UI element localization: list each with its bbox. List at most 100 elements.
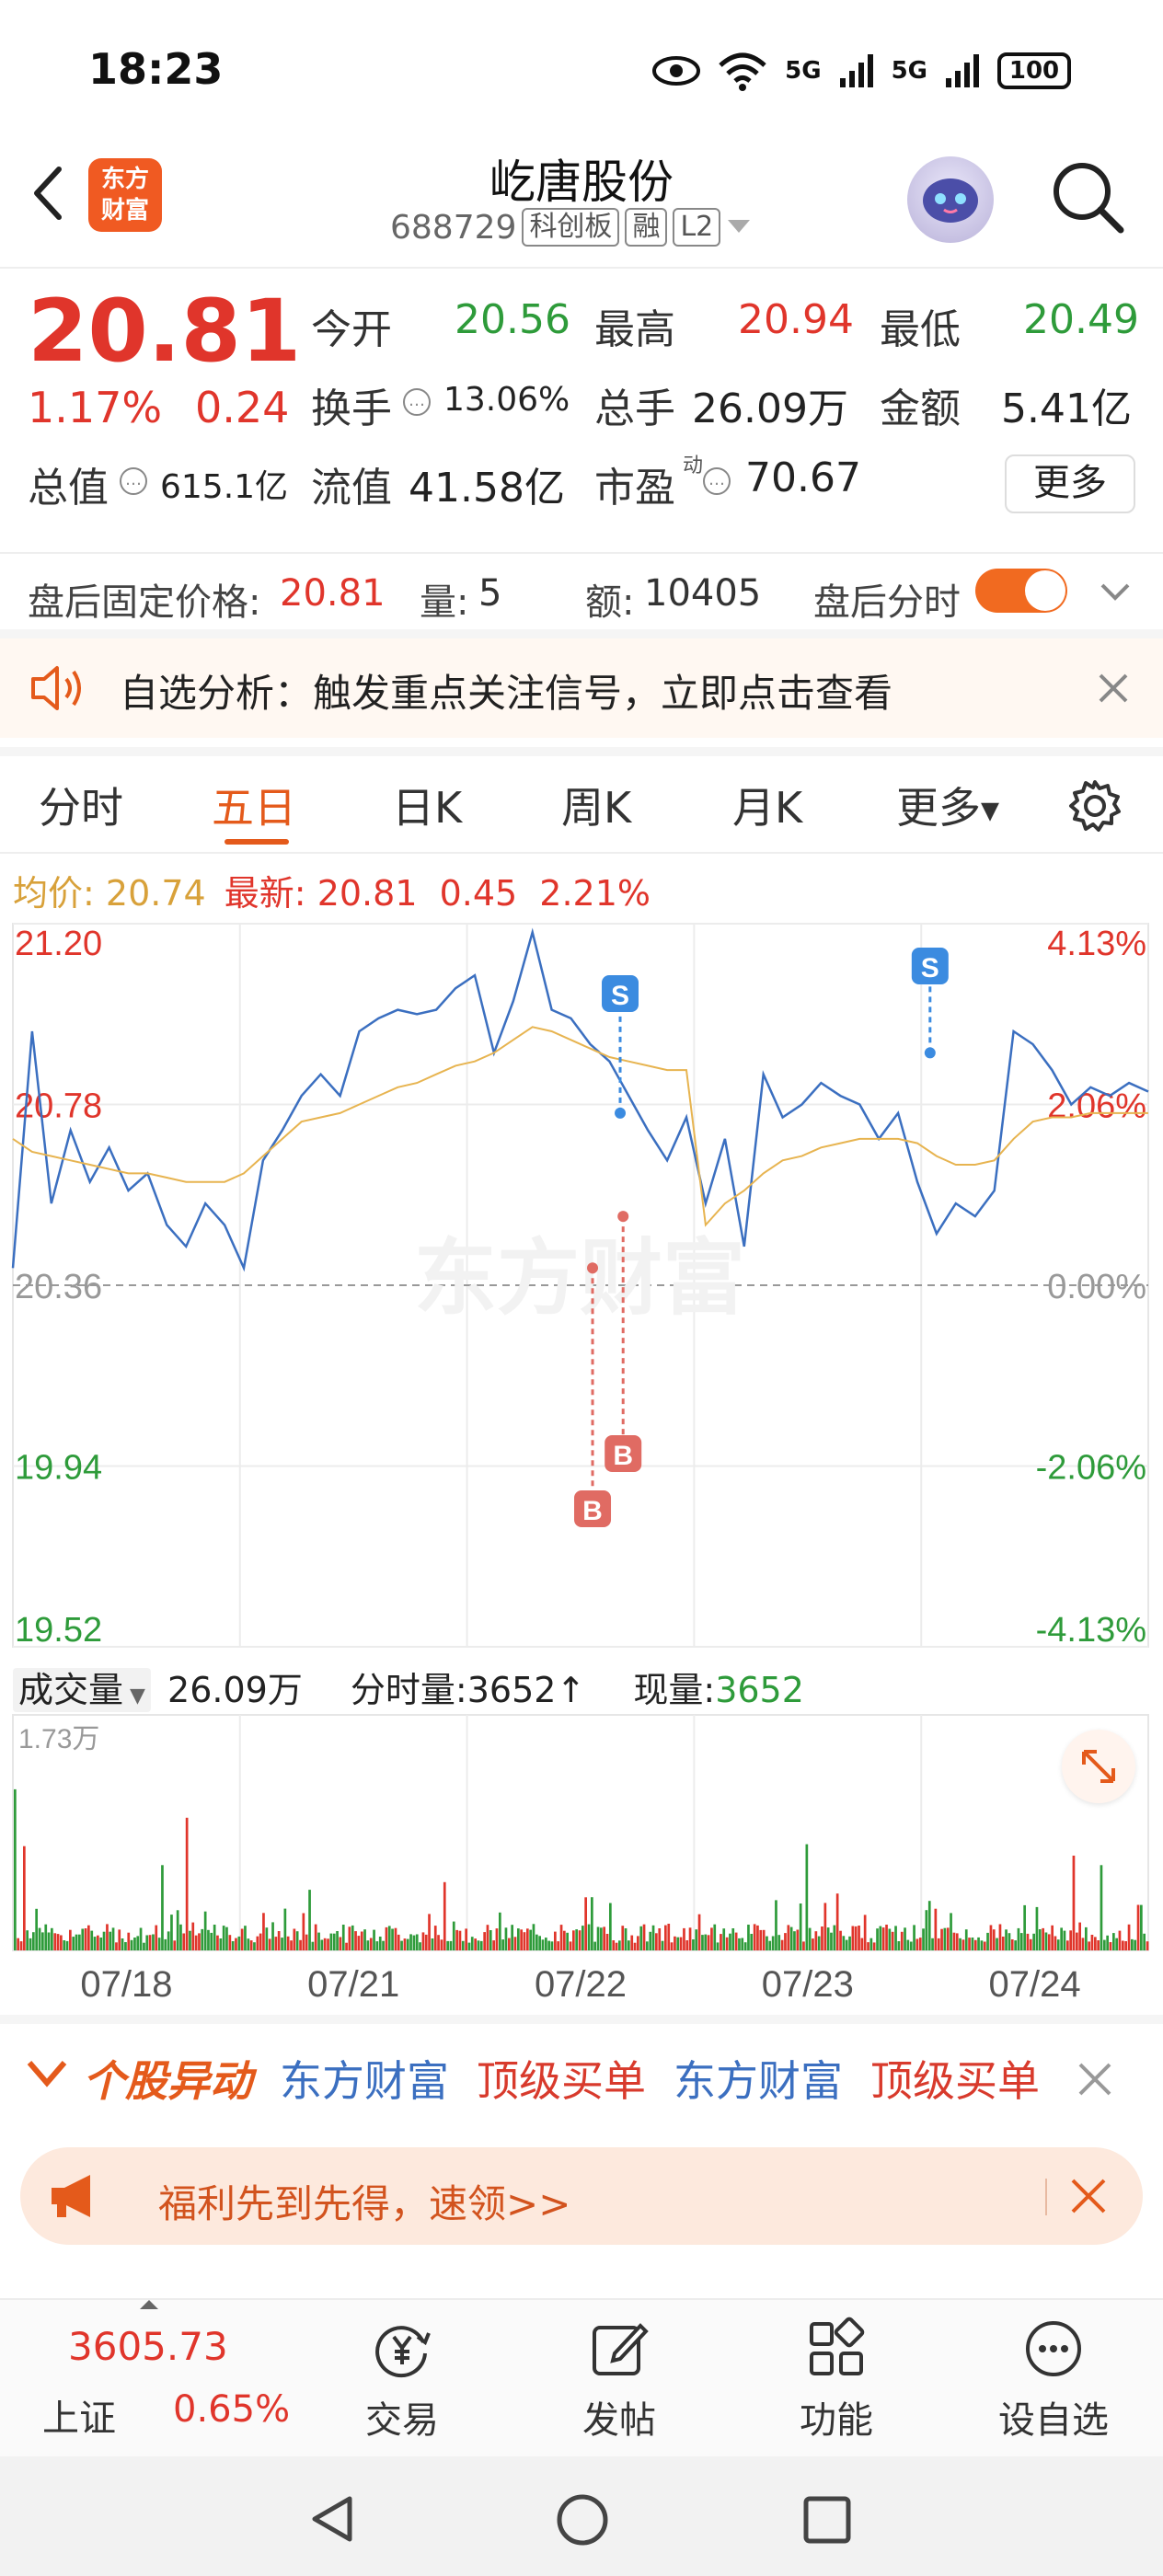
volume-bar xyxy=(725,1937,729,1950)
level2-tag: L2 xyxy=(673,208,721,247)
volume-bar xyxy=(900,1931,904,1950)
price-line xyxy=(11,927,1149,1272)
volume-bar xyxy=(756,1925,759,1950)
volume-bar xyxy=(888,1928,892,1950)
volume-bar xyxy=(253,1942,256,1950)
system-nav-bar xyxy=(0,2456,1163,2576)
chevron-down-icon[interactable] xyxy=(1097,578,1134,605)
volume-bar xyxy=(139,1927,143,1950)
volume-bar xyxy=(977,1937,980,1950)
volume-bar xyxy=(545,1938,547,1950)
volume-bar xyxy=(600,1927,603,1950)
volume-bar xyxy=(244,1926,247,1950)
float-value: 41.58亿 xyxy=(409,465,565,512)
volume-bar xyxy=(1066,1940,1069,1950)
volume-bar xyxy=(415,1934,419,1950)
volume-bar xyxy=(1060,1927,1063,1950)
after-amt-value: 10405 xyxy=(644,572,762,615)
mcap-info-icon[interactable]: … xyxy=(120,467,147,495)
volume-bar xyxy=(980,1940,984,1950)
turnover-info-icon[interactable]: … xyxy=(403,388,431,416)
movers-item-2[interactable]: 顶级买单 xyxy=(477,2048,646,2109)
index-value: 3605.73 xyxy=(68,2324,228,2369)
mcap-value: 615.1亿 xyxy=(160,468,289,506)
volume-bar xyxy=(867,1942,869,1950)
nav-functions[interactable]: 功能 xyxy=(767,2317,905,2444)
volume-bar xyxy=(557,1941,559,1950)
nav-add-watchlist[interactable]: 设自选 xyxy=(985,2317,1123,2444)
volume-bar xyxy=(259,1933,262,1950)
expand-chart-button[interactable] xyxy=(1062,1730,1135,1803)
system-back-icon[interactable] xyxy=(307,2493,357,2545)
volume-bar xyxy=(152,1934,155,1950)
volume-bar xyxy=(501,1939,504,1950)
volume-bar xyxy=(499,1912,501,1950)
movers-item-1[interactable]: 东方财富 xyxy=(280,2048,449,2109)
volume-bar xyxy=(1001,1937,1005,1950)
margin-tag: 融 xyxy=(625,208,668,247)
expand-icon xyxy=(1082,1750,1115,1783)
volume-bar xyxy=(655,1933,658,1950)
volume-bar xyxy=(458,1930,462,1950)
close-icon[interactable] xyxy=(1069,2177,1108,2215)
volume-bar xyxy=(747,1925,750,1950)
notice-banner[interactable]: 自选分析：触发重点关注信号，立即点击查看 xyxy=(0,629,1163,738)
stock-movers-banner[interactable]: 个股异动 东方财富 顶级买单 东方财富 顶级买单 xyxy=(0,2015,1163,2125)
volume-bar xyxy=(842,1936,846,1950)
volume-bar xyxy=(431,1938,434,1950)
chevron-down-icon[interactable] xyxy=(26,2057,68,2090)
tab-weekly-k[interactable]: 周K xyxy=(561,775,631,835)
volume-bar xyxy=(950,1913,952,1950)
status-time: 18:23 xyxy=(88,44,224,94)
volume-bar xyxy=(360,1931,363,1950)
volume-bar xyxy=(320,1939,324,1950)
close-icon[interactable] xyxy=(1077,2061,1113,2098)
tab-monthly-k[interactable]: 月K xyxy=(732,775,802,835)
index-ticker[interactable]: 3605.73 上证 0.65% xyxy=(0,2300,340,2458)
stock-code-row[interactable]: 688729 科创板 融 L2 xyxy=(390,208,752,247)
y-tick-label-left: 21.20 xyxy=(15,925,102,963)
search-icon[interactable] xyxy=(1049,158,1126,236)
close-icon[interactable] xyxy=(1095,670,1132,707)
nav-post[interactable]: 发帖 xyxy=(550,2317,688,2444)
promo-banner[interactable]: 福利先到先得，速领>> xyxy=(20,2147,1143,2245)
promo-divider xyxy=(1045,2179,1047,2215)
tab-five-day[interactable]: 五日 xyxy=(212,775,296,835)
after-hours-toggle[interactable] xyxy=(975,569,1067,613)
volume-selector[interactable]: 成交量 ▼ xyxy=(13,1668,151,1712)
volume-bar xyxy=(143,1942,145,1950)
system-home-icon[interactable] xyxy=(556,2493,609,2547)
tab-more[interactable]: 更多▼ xyxy=(896,775,999,835)
volume-bar xyxy=(955,1933,959,1950)
volume-bar xyxy=(228,1935,232,1950)
dropdown-triangle-icon[interactable] xyxy=(726,218,752,236)
pe-info-icon[interactable]: … xyxy=(703,467,731,495)
movers-item-4[interactable]: 顶级买单 xyxy=(870,2048,1040,2109)
volume-bar xyxy=(302,1913,305,1950)
nav-trade[interactable]: 交易 xyxy=(333,2317,471,2444)
volume-bar xyxy=(124,1942,127,1950)
volume-bar xyxy=(41,1932,44,1950)
volume-bar xyxy=(701,1935,704,1950)
volume-bar xyxy=(495,1928,499,1950)
tick-vol-label: 分时量: xyxy=(350,1670,467,1710)
volume-bar xyxy=(185,1817,189,1950)
system-recents-icon[interactable] xyxy=(802,2495,852,2545)
volume-bar xyxy=(833,1925,836,1950)
volume-chart[interactable]: 1.73万 07/18 07/21 07/22 07/23 07/24 xyxy=(0,1711,1163,2015)
volume-bar xyxy=(281,1938,283,1950)
tab-daily-k[interactable]: 日K xyxy=(392,775,462,835)
volume-bar xyxy=(872,1942,876,1950)
volume-bar xyxy=(596,1926,600,1950)
settings-gear-icon[interactable] xyxy=(1067,778,1123,834)
volume-bar xyxy=(658,1928,662,1950)
volume-bar xyxy=(419,1942,421,1950)
volume-bar xyxy=(314,1924,317,1950)
volume-bar xyxy=(56,1934,60,1950)
more-quote-button[interactable]: 更多 xyxy=(1005,454,1135,513)
tab-intraday[interactable]: 分时 xyxy=(39,775,123,835)
robot-avatar[interactable] xyxy=(907,156,994,243)
volume-bar xyxy=(707,1935,710,1950)
movers-item-3[interactable]: 东方财富 xyxy=(674,2048,843,2109)
five-day-price-chart[interactable]: 21.20 4.13%20.78 2.06%20.36 0.00%19.94 -2.06… xyxy=(0,920,1163,1656)
